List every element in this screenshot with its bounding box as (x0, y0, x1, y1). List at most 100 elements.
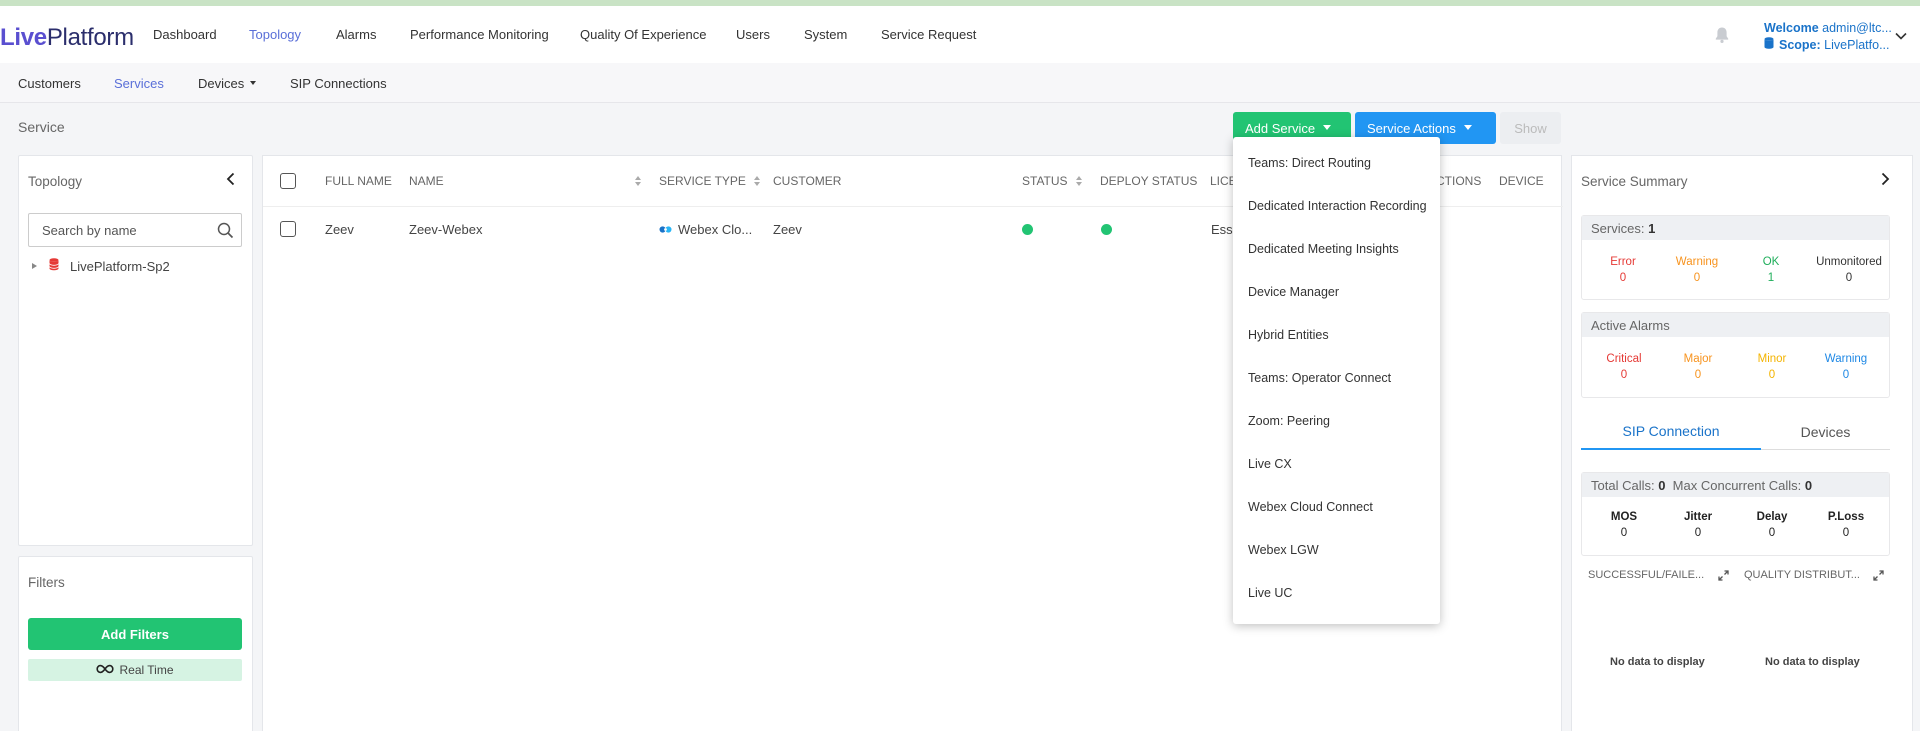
menu-item-dedicated-meeting-insights[interactable]: Dedicated Meeting Insights (1248, 242, 1399, 256)
services-card-header: Services: 1 (1582, 216, 1889, 240)
add-filters-button[interactable]: Add Filters (28, 618, 242, 650)
sub-navigation-bar: Customers Services Devices SIP Connectio… (0, 63, 1920, 103)
column-header-full-name[interactable]: FULL NAME (325, 174, 392, 188)
sort-icon[interactable] (753, 176, 760, 186)
row-checkbox[interactable] (280, 221, 296, 237)
add-service-label: Add Service (1245, 120, 1316, 136)
expand-triangle-icon[interactable] (32, 263, 37, 269)
service-stat-ok[interactable]: OK 1 (1734, 256, 1808, 284)
database-icon (1764, 37, 1774, 54)
subnav-devices-label: Devices (198, 75, 245, 91)
select-all-checkbox[interactable] (280, 173, 296, 189)
menu-item-live-uc[interactable]: Live UC (1248, 586, 1292, 600)
topology-search (28, 213, 242, 247)
expand-icon[interactable] (1873, 569, 1884, 584)
stat-label: Warning (1675, 256, 1719, 268)
top-navigation-bar: Live Platform Dashboard Topology Alarms P… (0, 6, 1920, 63)
stat-value: 0 (1619, 272, 1627, 284)
service-summary-panel: Service Summary Services: 1 Error 0 Warni… (1571, 155, 1913, 731)
nav-quality-of-experience[interactable]: Quality Of Experience (580, 6, 706, 63)
filters-panel: Filters Add Filters Real Time (18, 556, 253, 731)
stat-label: Unmonitored (1816, 256, 1882, 268)
column-header-deploy-status[interactable]: DEPLOY STATUS (1100, 174, 1197, 188)
tab-devices[interactable]: Devices (1761, 414, 1890, 450)
nav-performance-monitoring[interactable]: Performance Monitoring (410, 6, 549, 63)
cell-name[interactable]: Zeev-Webex (409, 222, 482, 237)
tab-sip-connection[interactable]: SIP Connection (1581, 414, 1761, 450)
caret-down-icon (250, 81, 257, 85)
stat-value: 0 (1842, 369, 1850, 381)
real-time-toggle[interactable]: Real Time (28, 659, 242, 681)
nav-service-request[interactable]: Service Request (881, 6, 976, 63)
service-summary-title: Service Summary (1581, 174, 1688, 189)
column-header-name[interactable]: NAME (409, 174, 641, 188)
menu-item-hybrid-entities[interactable]: Hybrid Entities (1248, 328, 1329, 342)
service-stat-unmonitored[interactable]: Unmonitored 0 (1812, 256, 1886, 284)
quality-stat-jitter: Jitter 0 (1683, 511, 1713, 539)
quality-stat-packet-loss: P.Loss 0 (1827, 511, 1865, 539)
app-logo[interactable]: Live Platform (0, 24, 134, 52)
deploy-status-ok-dot (1101, 224, 1112, 235)
real-time-label: Real Time (119, 663, 174, 677)
column-header-customer[interactable]: CUSTOMER (773, 174, 841, 188)
menu-item-live-cx[interactable]: Live CX (1248, 457, 1292, 471)
graph-title-successful-failed: SUCCESSFUL/FAILE... (1588, 569, 1705, 581)
tree-node[interactable]: LivePlatform-Sp2 (32, 258, 170, 274)
menu-item-webex-cloud-connect[interactable]: Webex Cloud Connect (1248, 500, 1373, 514)
user-info[interactable]: Welcome admin@ltc... Scope: LivePlatfo..… (1764, 20, 1892, 54)
stat-value: 0 (1694, 369, 1702, 381)
stat-value: 0 (1693, 272, 1701, 284)
notification-bell-icon[interactable] (1714, 26, 1730, 44)
topology-panel-title: Topology (28, 174, 83, 189)
expand-icon[interactable] (1718, 569, 1729, 584)
stat-value: 0 (1768, 369, 1776, 381)
menu-item-teams-operator-connect[interactable]: Teams: Operator Connect (1248, 371, 1391, 385)
menu-item-device-manager[interactable]: Device Manager (1248, 285, 1339, 299)
graph-title-quality-distribution: QUALITY DISTRIBUT... (1744, 569, 1860, 581)
service-stat-error[interactable]: Error 0 (1586, 256, 1660, 284)
column-header-device[interactable]: DEVICE (1499, 174, 1544, 188)
menu-item-teams-direct-routing[interactable]: Teams: Direct Routing (1248, 156, 1371, 170)
alarm-stat-major[interactable]: Major 0 (1661, 353, 1735, 381)
sort-icon[interactable] (635, 176, 641, 186)
alarm-stat-critical[interactable]: Critical 0 (1587, 353, 1661, 381)
cell-service-type: Webex Clo... (659, 222, 752, 237)
nav-alarms[interactable]: Alarms (336, 6, 376, 63)
infinity-icon (96, 663, 115, 677)
menu-item-zoom-peering[interactable]: Zoom: Peering (1248, 414, 1330, 428)
logo-text-platform: Platform (46, 24, 134, 51)
search-icon[interactable] (217, 222, 234, 242)
nav-topology[interactable]: Topology (249, 6, 301, 63)
search-input[interactable] (29, 214, 209, 246)
alarm-stat-minor[interactable]: Minor 0 (1735, 353, 1809, 381)
show-button[interactable]: Show (1500, 112, 1561, 144)
quality-stat-mos: MOS 0 (1610, 511, 1638, 539)
sort-icon[interactable] (1075, 176, 1082, 186)
service-stat-warning[interactable]: Warning 0 (1660, 256, 1734, 284)
scope-value: LivePlatfo... (1824, 38, 1890, 52)
nav-users[interactable]: Users (736, 6, 770, 63)
nav-system[interactable]: System (804, 6, 847, 63)
stat-value: 0 (1620, 369, 1628, 381)
quality-stat-delay: Delay 0 (1756, 511, 1788, 539)
column-header-status[interactable]: STATUS (1022, 174, 1082, 188)
menu-item-dedicated-interaction-recording[interactable]: Dedicated Interaction Recording (1248, 199, 1427, 213)
filters-panel-title: Filters (28, 575, 65, 590)
subnav-sip-connections[interactable]: SIP Connections (290, 63, 387, 103)
subnav-services[interactable]: Services (114, 63, 164, 103)
alarm-stat-warning[interactable]: Warning 0 (1809, 353, 1883, 381)
user-menu-chevron-icon[interactable] (1895, 28, 1907, 43)
stat-label: Major (1683, 353, 1713, 365)
subnav-devices[interactable]: Devices (198, 63, 257, 103)
services-card: Services: 1 Error 0 Warning 0 OK 1 Unmonito… (1581, 215, 1890, 300)
summary-tabs: SIP Connection Devices (1581, 414, 1890, 450)
expand-panel-chevron-right-icon[interactable] (1880, 172, 1890, 189)
cell-customer: Zeev (773, 222, 802, 237)
column-header-service-type[interactable]: SERVICE TYPE (659, 174, 760, 188)
tree-node-label: LivePlatform-Sp2 (70, 258, 170, 274)
stat-label: Minor (1757, 353, 1787, 365)
subnav-customers[interactable]: Customers (18, 63, 81, 103)
nav-dashboard[interactable]: Dashboard (153, 6, 217, 63)
collapse-panel-chevron-left-icon[interactable] (226, 172, 236, 189)
menu-item-webex-lgw[interactable]: Webex LGW (1248, 543, 1319, 557)
